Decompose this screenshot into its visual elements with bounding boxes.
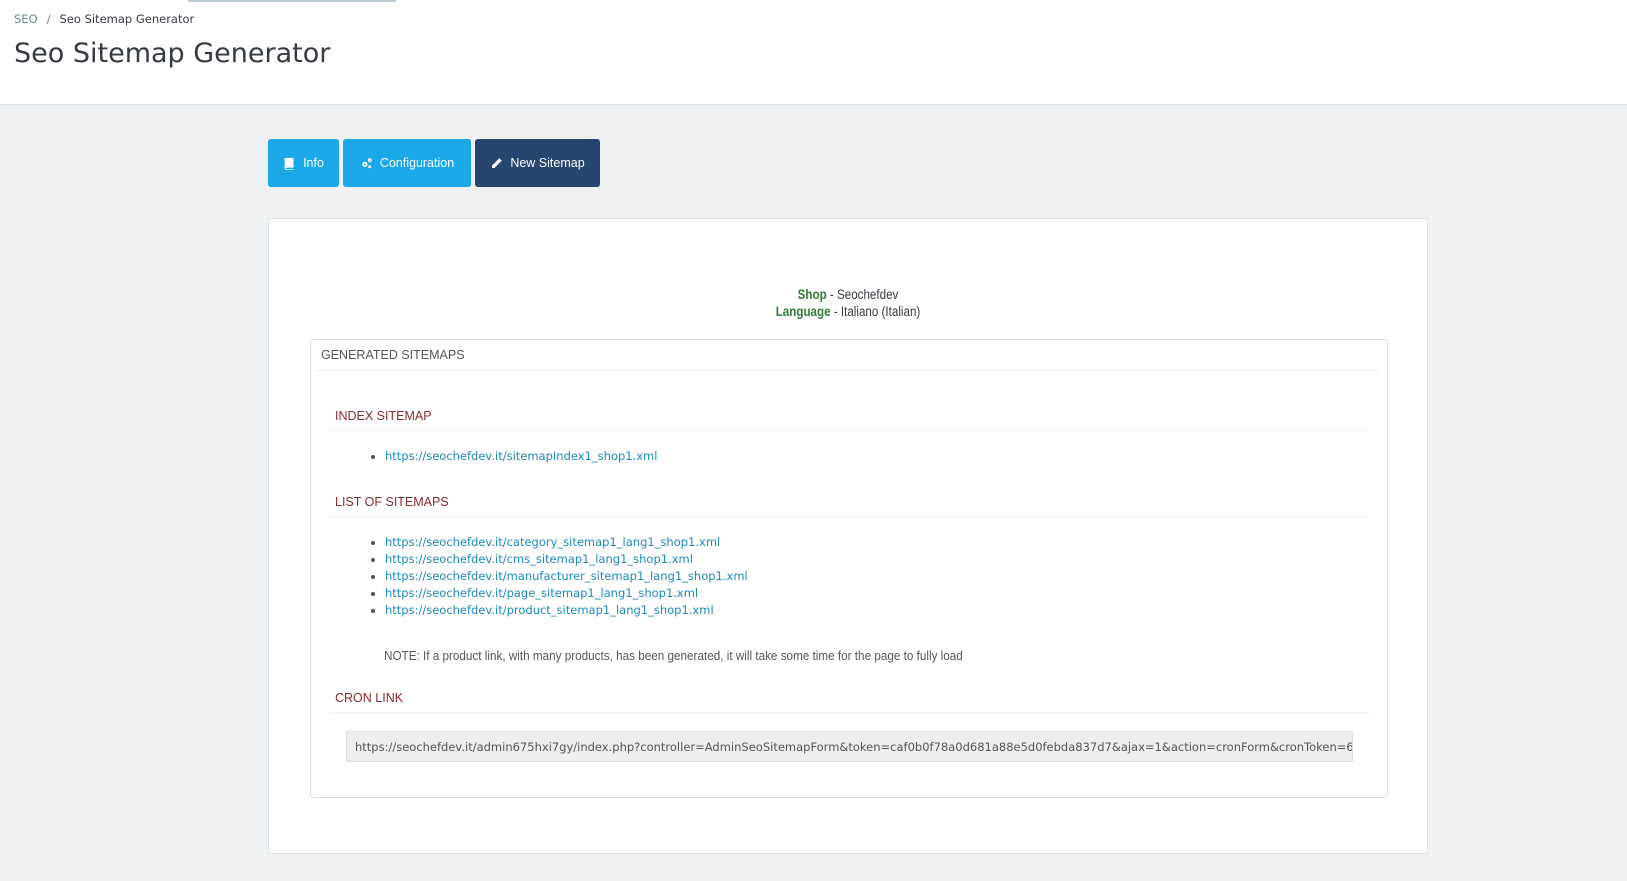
breadcrumb-current: Seo Sitemap Generator: [59, 12, 195, 26]
shop-label: Shop: [797, 287, 827, 302]
book-icon: [284, 157, 294, 170]
shop-info: Shop - Seochefdev: [797, 287, 899, 302]
index-sitemap-list: https://seochefdev.it/sitemapIndex1_shop…: [369, 448, 657, 465]
sitemap-panel: Shop - Seochefdev Language - Italiano (I…: [268, 218, 1428, 854]
sitemap-link-manufacturer[interactable]: https://seochefdev.it/manufacturer_sitem…: [369, 568, 748, 585]
cron-link-title: CRON LINK: [330, 691, 1370, 713]
pencil-icon: [492, 157, 503, 168]
generated-sitemaps-heading: GENERATED SITEMAPS: [317, 340, 1381, 371]
sitemap-link-product[interactable]: https://seochefdev.it/product_sitemap1_l…: [369, 602, 748, 619]
note-text: NOTE: If a product link, with many produ…: [384, 648, 963, 663]
list-of-sitemaps-title: LIST OF SITEMAPS: [330, 495, 1370, 517]
generated-sitemaps-panel: GENERATED SITEMAPS INDEX SITEMAP https:/…: [310, 339, 1388, 798]
tab-info[interactable]: Info: [268, 139, 339, 187]
header-topbar: [188, 0, 396, 2]
index-sitemap-title: INDEX SITEMAP: [330, 409, 1370, 431]
tab-info-label: Info: [303, 156, 324, 170]
page-header: SEO / Seo Sitemap Generator Seo Sitemap …: [0, 0, 1627, 105]
shop-value: Seochefdev: [837, 287, 899, 302]
breadcrumb-root[interactable]: SEO: [14, 12, 38, 26]
sitemap-link-category[interactable]: https://seochefdev.it/category_sitemap1_…: [369, 534, 748, 551]
language-info: Language - Italiano (Italian): [775, 304, 921, 319]
tab-new-sitemap[interactable]: New Sitemap: [475, 139, 600, 187]
tab-new-sitemap-label: New Sitemap: [510, 156, 585, 170]
sitemap-link-cms[interactable]: https://seochefdev.it/cms_sitemap1_lang1…: [369, 551, 748, 568]
breadcrumb-separator: /: [46, 12, 51, 26]
language-value: Italiano (Italian): [840, 304, 921, 319]
page-title: Seo Sitemap Generator: [14, 38, 331, 69]
sitemap-link-page[interactable]: https://seochefdev.it/page_sitemap1_lang…: [369, 585, 748, 602]
module-tabs: Info Configuration New Sitemap: [268, 139, 600, 187]
sitemap-list: https://seochefdev.it/category_sitemap1_…: [369, 534, 748, 619]
cron-link-field[interactable]: https://seochefdev.it/admin675hxi7gy/ind…: [346, 731, 1353, 762]
breadcrumb: SEO / Seo Sitemap Generator: [14, 12, 194, 26]
language-label: Language: [775, 304, 831, 319]
index-sitemap-link[interactable]: https://seochefdev.it/sitemapIndex1_shop…: [369, 448, 657, 465]
tab-configuration[interactable]: Configuration: [343, 139, 471, 187]
tab-configuration-label: Configuration: [379, 156, 455, 170]
cogs-icon: [362, 157, 372, 168]
